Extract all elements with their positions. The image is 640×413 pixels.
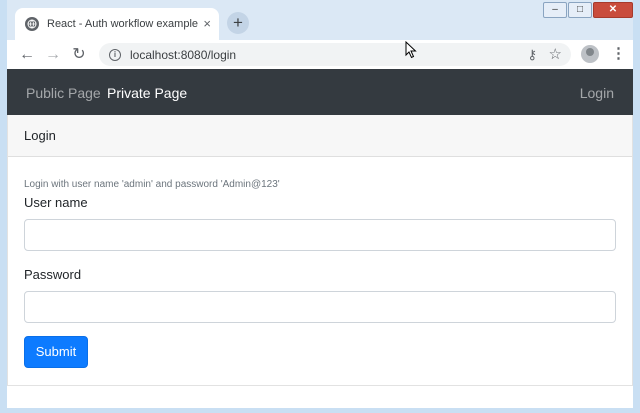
new-tab-button[interactable]: + bbox=[227, 12, 249, 34]
browser-window: React - Auth workflow example × + – □ ✕ … bbox=[0, 0, 640, 413]
password-input[interactable] bbox=[24, 291, 616, 323]
close-window-button[interactable]: ✕ bbox=[593, 2, 633, 18]
url-text: localhost:8080/login bbox=[130, 47, 237, 62]
minimize-button[interactable]: – bbox=[543, 2, 567, 18]
mouse-cursor-icon bbox=[405, 41, 417, 59]
page-content: Public Page Private Page Login Login Log… bbox=[7, 69, 633, 408]
tab-close-icon[interactable]: × bbox=[203, 17, 211, 31]
forward-icon[interactable]: → bbox=[43, 45, 63, 65]
address-bar[interactable]: i localhost:8080/login ⚷ ☆ bbox=[99, 43, 571, 66]
nav-login-link[interactable]: Login bbox=[580, 84, 614, 102]
globe-icon bbox=[25, 17, 39, 31]
window-frame-right bbox=[633, 0, 640, 413]
browser-toolbar: ← → ↻ i localhost:8080/login ⚷ ☆ ⋮ bbox=[7, 40, 633, 69]
profile-icon[interactable] bbox=[581, 45, 599, 63]
app-navbar: Public Page Private Page Login bbox=[7, 69, 633, 115]
card-body: Login with user name 'admin' and passwor… bbox=[8, 157, 632, 385]
tab-title: React - Auth workflow example bbox=[47, 18, 199, 30]
window-frame-bottom bbox=[0, 408, 640, 413]
username-input[interactable] bbox=[24, 219, 616, 251]
help-text: Login with user name 'admin' and passwor… bbox=[24, 179, 280, 190]
back-icon[interactable]: ← bbox=[17, 45, 37, 65]
password-label: Password bbox=[24, 267, 82, 282]
nav-private-page-link[interactable]: Private Page bbox=[107, 84, 187, 102]
reload-icon[interactable]: ↻ bbox=[69, 45, 89, 65]
menu-icon[interactable]: ⋮ bbox=[611, 44, 626, 62]
window-frame-left bbox=[0, 0, 7, 413]
window-controls: – □ ✕ bbox=[542, 2, 633, 18]
card-header: Login bbox=[8, 115, 632, 157]
nav-public-page-link[interactable]: Public Page bbox=[26, 84, 101, 102]
login-card: Login Login with user name 'admin' and p… bbox=[7, 115, 633, 386]
info-icon[interactable]: i bbox=[109, 48, 121, 61]
browser-tab[interactable]: React - Auth workflow example × bbox=[15, 8, 219, 40]
tab-strip: React - Auth workflow example × + bbox=[7, 0, 633, 40]
star-icon[interactable]: ☆ bbox=[549, 45, 562, 63]
key-icon[interactable]: ⚷ bbox=[527, 47, 537, 63]
submit-button[interactable]: Submit bbox=[24, 336, 88, 368]
maximize-button[interactable]: □ bbox=[568, 2, 592, 18]
username-label: User name bbox=[24, 195, 88, 210]
